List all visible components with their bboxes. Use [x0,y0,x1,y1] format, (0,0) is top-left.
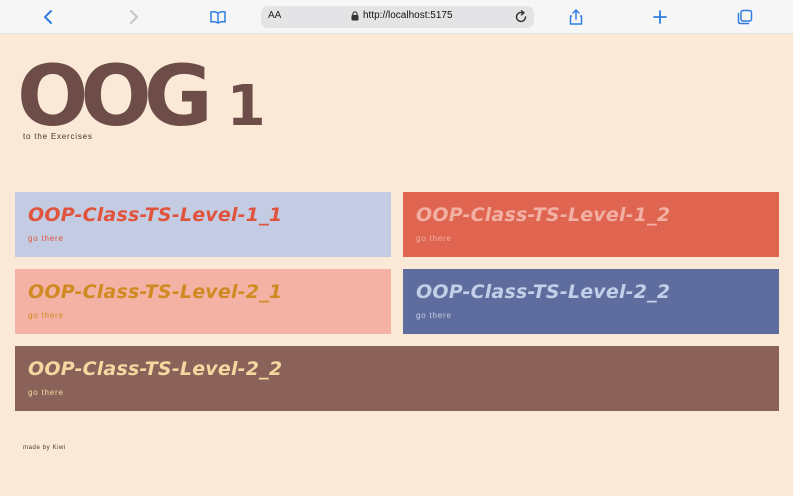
card-link[interactable]: go there [416,234,452,243]
exercise-card[interactable]: OOP-Class-TS-Level-1_2 go there [403,192,779,257]
card-title: OOP-Class-TS-Level-2_2 [416,281,671,303]
card-link[interactable]: go there [28,388,64,397]
text-size-button[interactable]: AA [268,10,281,21]
new-tab-icon[interactable] [648,5,672,29]
card-title: OOP-Class-TS-Level-2_1 [28,281,283,303]
card-title: OOP-Class-TS-Level-1_2 [416,204,671,226]
card-link[interactable]: go there [28,311,64,320]
footer-credit: made by Kiwi [23,445,66,451]
card-link[interactable]: go there [28,234,64,243]
exercise-card[interactable]: OOP-Class-TS-Level-2_2 go there [403,269,779,334]
title-text: OOG [17,47,213,145]
reload-icon[interactable] [513,9,529,25]
browser-toolbar: AA http://localhost:5175 [0,0,793,34]
url-display[interactable]: http://localhost:5175 [351,10,453,21]
back-icon[interactable] [37,5,61,29]
share-icon[interactable] [564,5,588,29]
page-content: OOG 1 to the Exercises OOP-Class-TS-Level… [0,34,793,496]
card-link[interactable]: go there [416,311,452,320]
lock-icon [351,10,359,21]
card-title: OOP-Class-TS-Level-1_1 [28,204,283,226]
exercise-card[interactable]: OOP-Class-TS-Level-2_2 go there [15,346,779,411]
title-number: 1 [226,74,266,139]
tabs-icon[interactable] [733,5,757,29]
text-size-label: AA [268,10,282,21]
address-bar[interactable]: AA http://localhost:5175 [261,6,534,28]
bookmarks-icon[interactable] [206,5,230,29]
exercise-card[interactable]: OOP-Class-TS-Level-2_1 go there [15,269,391,334]
card-title: OOP-Class-TS-Level-2_2 [28,358,283,380]
forward-icon[interactable] [121,5,145,29]
exercise-card[interactable]: OOP-Class-TS-Level-1_1 go there [15,192,391,257]
url-text: http://localhost:5175 [363,10,453,21]
subtitle: to the Exercises [23,132,93,141]
